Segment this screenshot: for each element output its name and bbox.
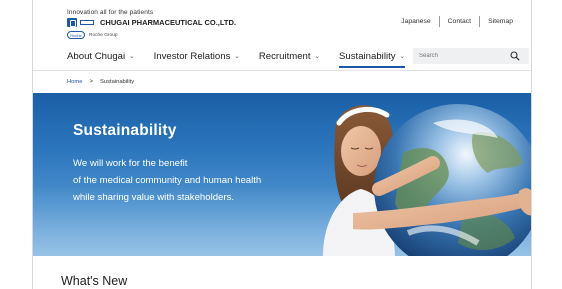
nav-label: About Chugai xyxy=(67,50,126,62)
chevron-down-icon: ⌄ xyxy=(234,53,240,60)
chevron-down-icon: ⌄ xyxy=(129,53,135,60)
nav-investor-relations[interactable]: Investor Relations ⌄ xyxy=(154,46,240,66)
breadcrumb-home-link[interactable]: Home xyxy=(67,79,82,85)
browser-page: Innovation all for the patients CHUGAI P… xyxy=(32,0,532,289)
roche-group-mark: Roche Roche Group xyxy=(67,31,118,39)
header-divider xyxy=(33,70,531,71)
nav-about-chugai[interactable]: About Chugai ⌄ xyxy=(67,46,135,66)
nav-recruitment[interactable]: Recruitment ⌄ xyxy=(259,46,320,66)
hero-line: while sharing value with stakeholders. xyxy=(73,192,235,203)
chevron-down-icon: ⌄ xyxy=(314,53,321,60)
roche-group-label: Roche Group xyxy=(89,32,118,38)
breadcrumb-current: Sustainability xyxy=(99,79,135,85)
hero-image xyxy=(323,104,531,256)
hero-line: We will work for the benefit xyxy=(73,158,188,169)
hero-description: We will work for the benefit of the medi… xyxy=(73,155,261,206)
search-icon[interactable] xyxy=(510,51,520,61)
hero-banner: Sustainability We will work for the bene… xyxy=(33,93,531,256)
hero-title: Sustainability xyxy=(73,122,177,139)
tagline: Innovation all for the patients xyxy=(67,9,154,16)
contact-link[interactable]: Contact xyxy=(440,18,479,25)
japanese-link[interactable]: Japanese xyxy=(393,18,438,25)
site-header: Innovation all for the patients CHUGAI P… xyxy=(33,0,531,74)
roche-badge-icon: Roche xyxy=(67,31,85,39)
chevron-down-icon: ⌄ xyxy=(399,53,405,60)
chugai-logo-icon xyxy=(67,18,77,27)
company-name: CHUGAI PHARMACEUTICAL CO.,LTD. xyxy=(100,18,236,27)
nav-label: Sustainability xyxy=(339,50,396,62)
search-box xyxy=(413,48,529,64)
section-heading: What's New xyxy=(61,274,128,288)
logo-mark-icon xyxy=(80,20,94,25)
company-logo[interactable]: CHUGAI PHARMACEUTICAL CO.,LTD. xyxy=(67,18,236,27)
nav-label: Recruitment xyxy=(258,50,311,62)
nav-sustainability[interactable]: Sustainability ⌄ xyxy=(339,46,405,68)
sitemap-link[interactable]: Sitemap xyxy=(480,18,521,25)
breadcrumb: Home > Sustainability xyxy=(67,79,134,85)
nav-label: Investor Relations xyxy=(153,50,231,62)
hero-line: of the medical community and human healt… xyxy=(73,175,262,186)
main-nav: About Chugai ⌄ Investor Relations ⌄ Recr… xyxy=(67,46,424,70)
search-input[interactable] xyxy=(419,53,509,59)
utility-links: Japanese Contact Sitemap xyxy=(393,16,521,27)
breadcrumb-separator: > xyxy=(89,79,93,85)
